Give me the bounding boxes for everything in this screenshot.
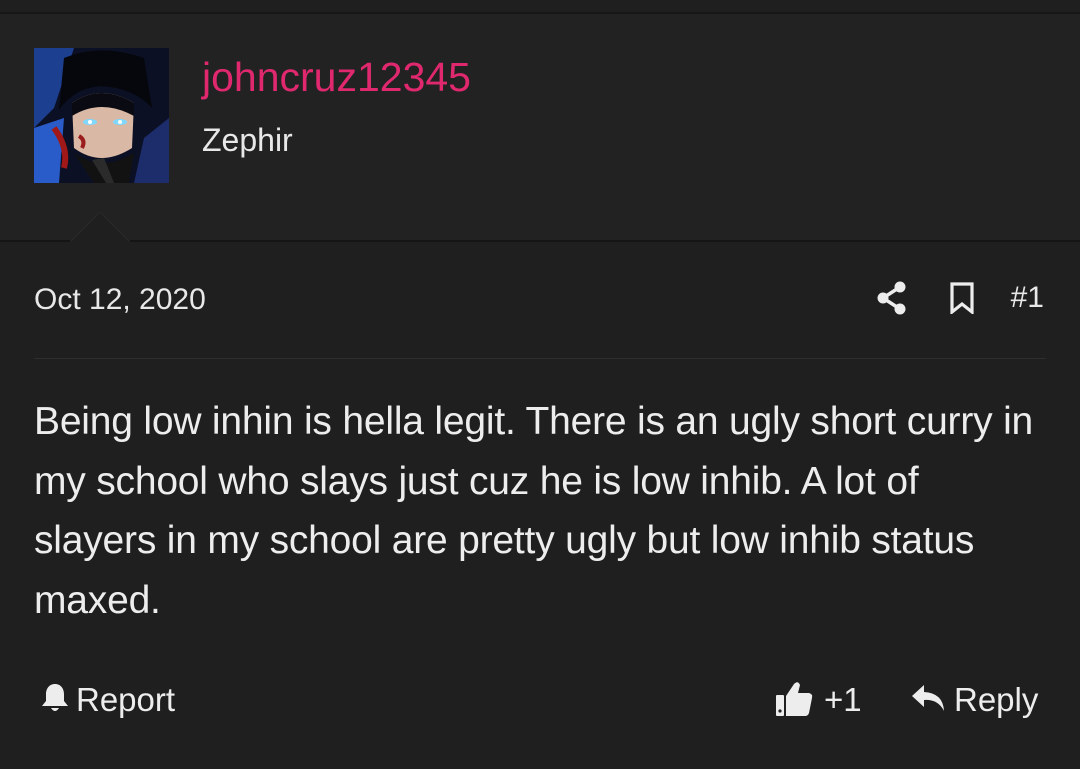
- section-divider: [0, 240, 1080, 242]
- share-icon[interactable]: [873, 276, 911, 320]
- post-date[interactable]: Oct 12, 2020: [34, 280, 206, 320]
- reply-label: Reply: [954, 681, 1039, 718]
- report-label: Report: [76, 681, 176, 718]
- reply-button[interactable]: Reply: [910, 678, 1038, 722]
- user-avatar[interactable]: [34, 48, 169, 183]
- post-username[interactable]: johncruz12345: [202, 52, 471, 102]
- post-body-text: Being low inhin is hella legit. There is…: [34, 400, 1034, 622]
- post-top-actions: #1: [873, 276, 1044, 320]
- report-button[interactable]: Report: [40, 678, 175, 722]
- thumbs-up-icon: [774, 678, 814, 723]
- post-header-divider: [34, 358, 1046, 359]
- bookmark-icon[interactable]: [947, 276, 977, 320]
- bell-icon: [40, 682, 70, 719]
- like-count: +1: [824, 681, 862, 718]
- reply-arrow-icon: [910, 682, 946, 719]
- user-title: Zephir: [202, 122, 293, 158]
- avatar-image: [34, 48, 169, 183]
- like-button[interactable]: +1: [774, 678, 862, 722]
- post-number-link[interactable]: #1: [1011, 278, 1044, 318]
- user-pointer-arrow: [70, 212, 130, 242]
